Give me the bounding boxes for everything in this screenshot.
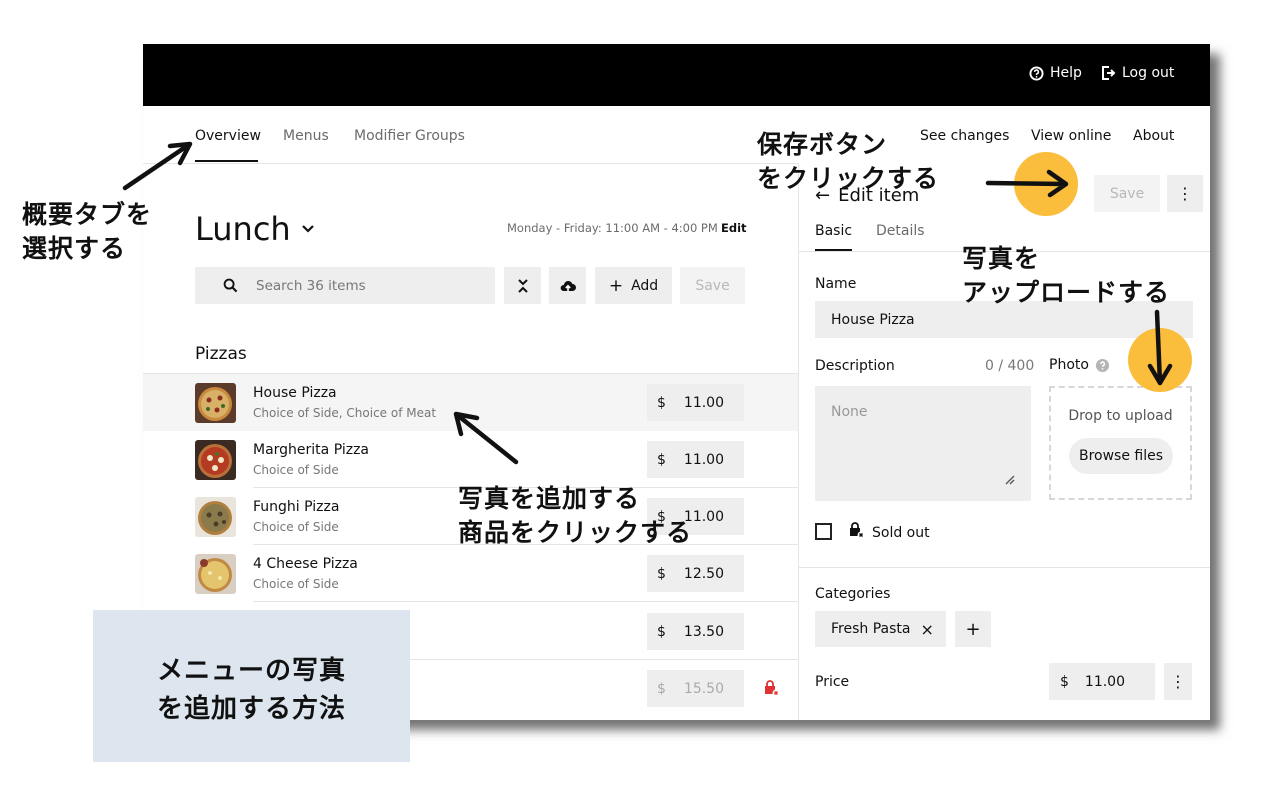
arrow-to-overview-tab — [122, 141, 193, 191]
title-card-text: メニューの写真 を追加する方法 — [156, 656, 346, 724]
arrow-to-save-button — [985, 169, 1069, 198]
title-card: メニューの写真 を追加する方法 — [93, 610, 410, 762]
arrow-to-photo-dropzone — [1147, 309, 1173, 386]
arrow-to-house-pizza — [453, 411, 519, 465]
